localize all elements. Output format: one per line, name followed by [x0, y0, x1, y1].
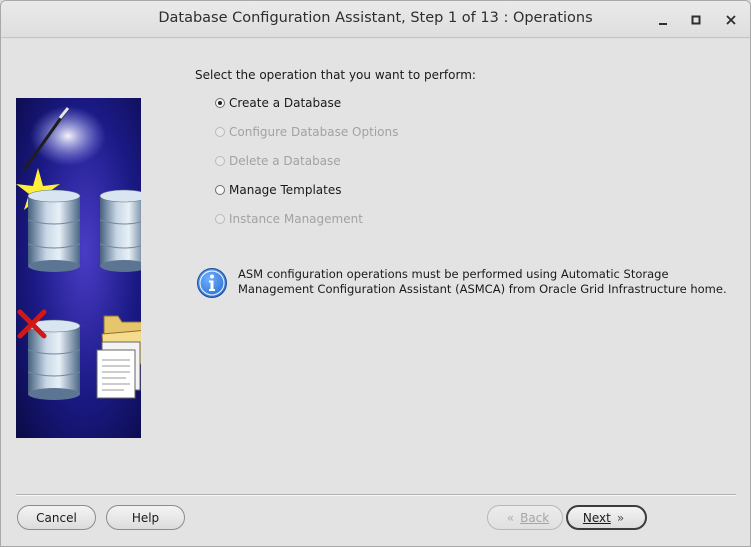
- option-label: Configure Database Options: [229, 125, 399, 139]
- option-instance-management: Instance Management: [215, 210, 363, 228]
- content-area: Select the operation that you want to pe…: [1, 39, 750, 546]
- option-label: Instance Management: [229, 212, 363, 226]
- maximize-icon[interactable]: [685, 9, 707, 31]
- cancel-button[interactable]: Cancel: [17, 505, 96, 530]
- next-arrow-icon: »: [616, 510, 625, 525]
- close-icon[interactable]: [720, 9, 742, 31]
- radio-create-database[interactable]: [215, 98, 225, 108]
- info-icon: [196, 267, 228, 299]
- option-configure-database-options: Configure Database Options: [215, 123, 398, 141]
- asm-info-line-2: Management Configuration Assistant (ASMC…: [238, 282, 727, 296]
- next-label: Next: [582, 510, 611, 525]
- footer-separator: [16, 494, 736, 496]
- minimize-icon[interactable]: [652, 9, 674, 31]
- option-label: Delete a Database: [229, 154, 341, 168]
- option-create-database[interactable]: Create a Database: [215, 94, 341, 112]
- help-label: Help: [131, 510, 160, 525]
- option-label: Create a Database: [229, 96, 342, 110]
- asm-info-line-1: ASM configuration operations must be per…: [238, 267, 669, 281]
- window-title: Database Configuration Assistant, Step 1…: [158, 10, 593, 26]
- radio-delete-database: [215, 156, 225, 166]
- wizard-illustration: [16, 98, 141, 438]
- radio-configure-database-options: [215, 127, 225, 137]
- title-bar[interactable]: Database Configuration Assistant, Step 1…: [1, 1, 750, 38]
- radio-instance-management: [215, 214, 225, 224]
- back-arrow-icon: «: [506, 510, 515, 525]
- asm-info-message: ASM configuration operations must be per…: [238, 267, 738, 297]
- next-button[interactable]: Next »: [566, 505, 647, 530]
- back-label: Back: [520, 510, 550, 525]
- back-button: « Back: [487, 505, 563, 530]
- operation-prompt: Select the operation that you want to pe…: [195, 68, 476, 82]
- radio-manage-templates[interactable]: [215, 185, 225, 195]
- option-label: Manage Templates: [229, 183, 342, 197]
- dbca-window: Database Configuration Assistant, Step 1…: [0, 0, 751, 547]
- cancel-label: Cancel: [36, 510, 77, 525]
- option-manage-templates[interactable]: Manage Templates: [215, 181, 342, 199]
- help-button[interactable]: Help: [106, 505, 185, 530]
- option-delete-database: Delete a Database: [215, 152, 341, 170]
